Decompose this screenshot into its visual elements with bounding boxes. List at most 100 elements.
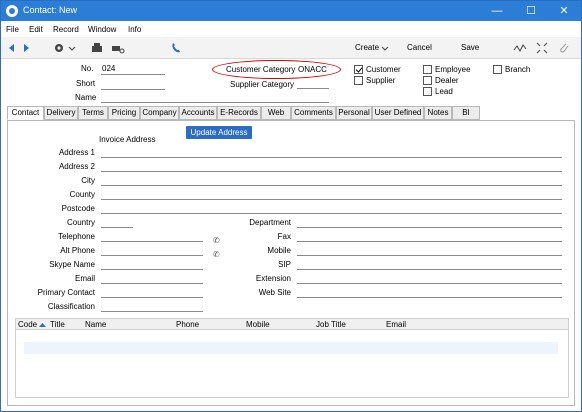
skype-name-label: Skype Name: [49, 260, 95, 269]
dealer-checkbox[interactable]: [423, 76, 432, 85]
tab-contact[interactable]: Contact: [7, 106, 44, 120]
sort-ascending-icon[interactable]: [39, 322, 46, 328]
lead-checkbox[interactable]: [423, 87, 432, 96]
customer-checkbox[interactable]: [354, 65, 363, 74]
alt-phone-label: Alt Phone: [60, 246, 95, 255]
department-label: Department: [249, 218, 291, 227]
skype-name-field[interactable]: [101, 269, 203, 270]
city-label: City: [81, 176, 95, 185]
table-row[interactable]: [24, 342, 558, 354]
postcode-field[interactable]: [101, 213, 562, 214]
maximize-button[interactable]: ☐: [514, 1, 548, 21]
print-preview-icon[interactable]: [111, 41, 125, 55]
dealer-checkbox-label: Dealer: [435, 76, 459, 85]
tab-web[interactable]: Web: [261, 106, 291, 120]
branch-checkbox-label: Branch: [505, 65, 531, 74]
city-field[interactable]: [101, 185, 562, 186]
invoice-address-label: Invoice Address: [99, 135, 156, 144]
column-code[interactable]: Code: [18, 320, 37, 329]
menu-file[interactable]: File: [6, 25, 19, 34]
update-address-button[interactable]: Update Address: [186, 126, 252, 139]
phone-icon[interactable]: [169, 41, 183, 55]
classification-field[interactable]: [101, 311, 203, 312]
column-title[interactable]: Title: [50, 320, 65, 329]
short-field[interactable]: [101, 89, 165, 90]
window-title: Contact: New: [23, 5, 78, 15]
sip-field[interactable]: [297, 269, 562, 270]
cancel-button[interactable]: Cancel: [407, 43, 432, 52]
next-record-icon[interactable]: [19, 41, 33, 55]
email-label: Email: [74, 274, 95, 283]
tab-comments[interactable]: Comments: [291, 106, 336, 120]
supplier-checkbox-label: Supplier: [366, 76, 396, 85]
alt-phone-field[interactable]: [101, 255, 203, 256]
mobile-field[interactable]: [297, 255, 562, 256]
column-phone[interactable]: Phone: [176, 320, 199, 329]
menu-info[interactable]: Info: [128, 25, 141, 34]
tab-notes[interactable]: Notes: [424, 106, 452, 120]
employee-checkbox[interactable]: [423, 65, 432, 74]
customer-category-highlight: [212, 60, 341, 79]
supplier-category-field[interactable]: [297, 88, 329, 89]
supplier-category-label: Supplier Category: [230, 80, 295, 89]
save-button[interactable]: Save: [461, 43, 479, 52]
postcode-label: Postcode: [61, 204, 95, 213]
mobile-label: Mobile: [267, 246, 291, 255]
activity-icon[interactable]: [513, 41, 527, 55]
no-label: No.: [81, 64, 94, 73]
tab-terms[interactable]: Terms: [78, 106, 108, 120]
menu-edit[interactable]: Edit: [29, 25, 43, 34]
column-job-title[interactable]: Job Title: [316, 320, 346, 329]
app-icon: [6, 5, 18, 17]
country-field[interactable]: [101, 227, 133, 228]
tab-personal[interactable]: Personal: [336, 106, 372, 120]
chevron-down-icon[interactable]: [65, 41, 79, 55]
telephone-label: Telephone: [58, 232, 95, 241]
tab-accounts[interactable]: Accounts: [179, 106, 217, 120]
tab-e-records[interactable]: E-Records: [217, 106, 261, 120]
primary-contact-field[interactable]: [101, 297, 203, 298]
customer-checkbox-label: Customer: [366, 65, 401, 74]
column-name[interactable]: Name: [85, 320, 106, 329]
address1-field[interactable]: [101, 157, 562, 158]
menu-window[interactable]: Window: [88, 25, 116, 34]
website-field[interactable]: [297, 297, 562, 298]
tab-delivery[interactable]: Delivery: [44, 106, 78, 120]
address2-field[interactable]: [101, 171, 562, 172]
email-field[interactable]: [101, 283, 203, 284]
extension-field[interactable]: [297, 283, 562, 284]
close-button[interactable]: ✕: [547, 1, 581, 21]
employee-checkbox-label: Employee: [435, 65, 471, 74]
expand-icon[interactable]: [535, 41, 549, 55]
print-icon[interactable]: [90, 41, 104, 55]
name-label: Name: [75, 93, 97, 102]
toolbar: Create Cancel Save: [1, 37, 581, 59]
county-field[interactable]: [101, 199, 562, 200]
sip-label: SIP: [278, 260, 291, 269]
name-field[interactable]: [101, 102, 329, 103]
department-field[interactable]: [297, 227, 562, 228]
column-mobile[interactable]: Mobile: [246, 320, 270, 329]
no-field[interactable]: [101, 74, 165, 75]
tab-pricing[interactable]: Pricing: [108, 106, 140, 120]
lead-checkbox-label: Lead: [435, 87, 453, 96]
telephone-field[interactable]: [101, 241, 203, 242]
minimize-button[interactable]: —: [480, 1, 514, 21]
menu-record[interactable]: Record: [53, 25, 79, 34]
primary-contact-label: Primary Contact: [37, 288, 95, 297]
column-email[interactable]: Email: [386, 320, 406, 329]
supplier-checkbox[interactable]: [354, 76, 363, 85]
fax-field[interactable]: [297, 241, 562, 242]
no-value[interactable]: 024: [102, 64, 115, 73]
tab-company[interactable]: Company: [140, 106, 179, 120]
tab-bi[interactable]: BI: [452, 106, 480, 120]
branch-checkbox[interactable]: [493, 65, 502, 74]
attachment-icon[interactable]: [557, 41, 571, 55]
create-dropdown-icon[interactable]: [378, 41, 392, 55]
country-label: Country: [66, 218, 95, 227]
create-button[interactable]: Create: [355, 43, 379, 52]
gear-icon[interactable]: [52, 41, 66, 55]
contact-persons-grid[interactable]: [15, 330, 569, 398]
tab-user-defined[interactable]: User Defined: [372, 106, 424, 120]
previous-record-icon[interactable]: [5, 41, 19, 55]
